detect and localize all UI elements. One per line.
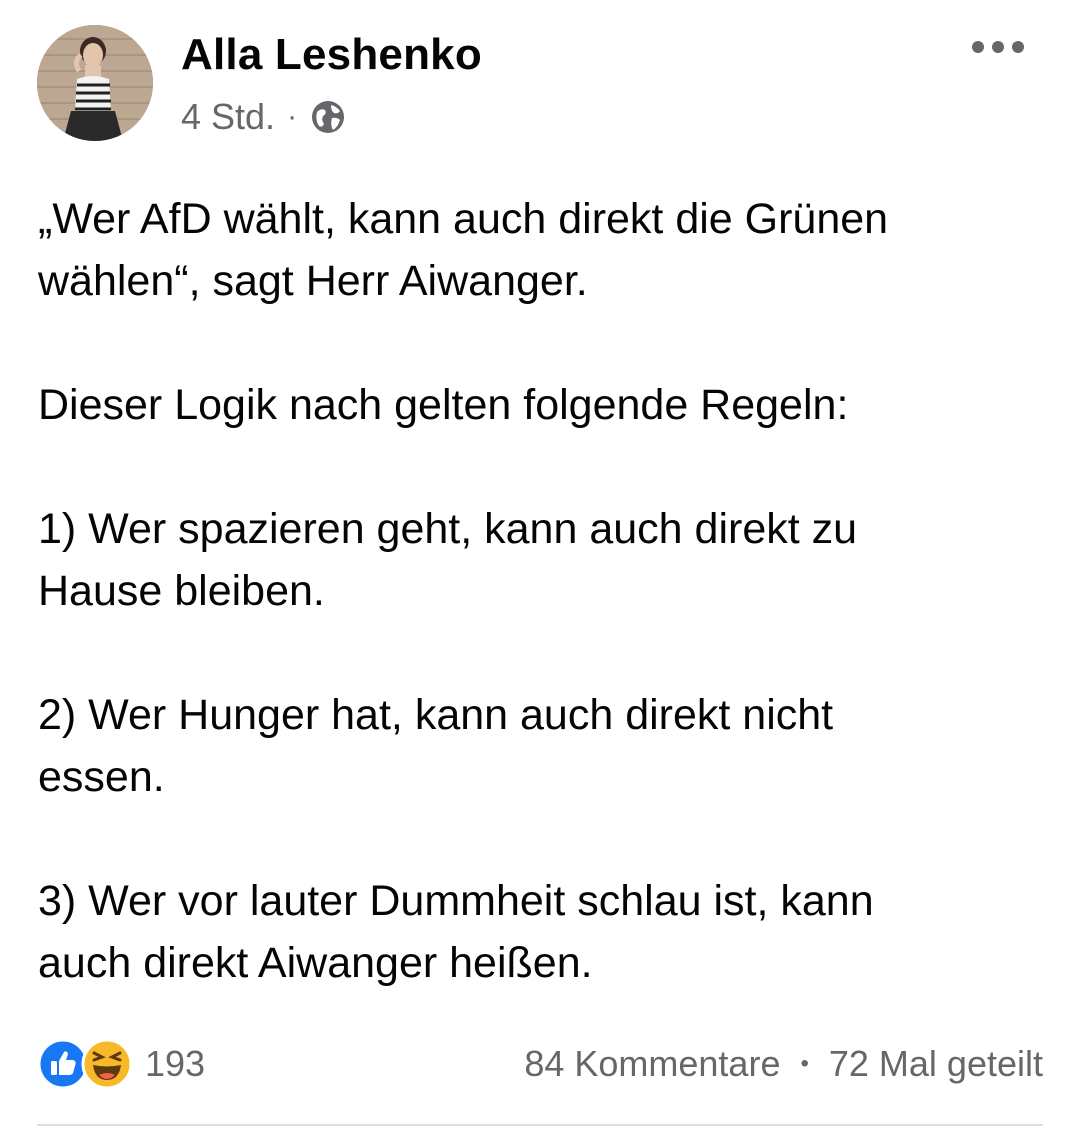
reactions-summary[interactable]: 193 — [37, 1038, 205, 1090]
paragraph-rule-3: 3) Wer vor lauter Dummheit schlau ist, k… — [38, 877, 874, 987]
stats-separator: • — [800, 1050, 809, 1077]
post-body: „Wer AfD wählt, kann auch direkt die Grü… — [38, 188, 1048, 994]
paragraph-intro: Dieser Logik nach gelten folgende Regeln… — [38, 381, 849, 429]
post-stats: 193 84 Kommentare • 72 Mal geteilt — [37, 1036, 1043, 1092]
shares-count-link[interactable]: 72 Mal geteilt — [829, 1043, 1043, 1085]
reaction-count: 193 — [145, 1043, 206, 1084]
avatar[interactable] — [37, 25, 153, 141]
paragraph-rule-2: 2) Wer Hunger hat, kann auch direkt nich… — [38, 691, 834, 801]
paragraph-rule-1: 1) Wer spazieren geht, kann auch direkt … — [38, 505, 858, 615]
paragraph-quote: „Wer AfD wählt, kann auch direkt die Grü… — [38, 195, 889, 305]
divider — [37, 1124, 1043, 1126]
more-options-icon[interactable] — [972, 36, 1024, 58]
avatar-image — [37, 25, 153, 141]
author-name[interactable]: Alla Leshenko — [181, 30, 482, 80]
post-meta: 4 Std. · — [181, 96, 345, 138]
globe-icon[interactable] — [311, 100, 345, 134]
facebook-post: Alla Leshenko 4 Std. · „Wer AfD wählt, k… — [0, 0, 1080, 1128]
engagement-counts: 84 Kommentare • 72 Mal geteilt — [524, 1043, 1043, 1085]
post-time[interactable]: 4 Std. — [181, 96, 275, 138]
meta-separator: · — [287, 100, 298, 133]
comments-count-link[interactable]: 84 Kommentare — [524, 1043, 780, 1085]
haha-icon — [81, 1038, 133, 1090]
